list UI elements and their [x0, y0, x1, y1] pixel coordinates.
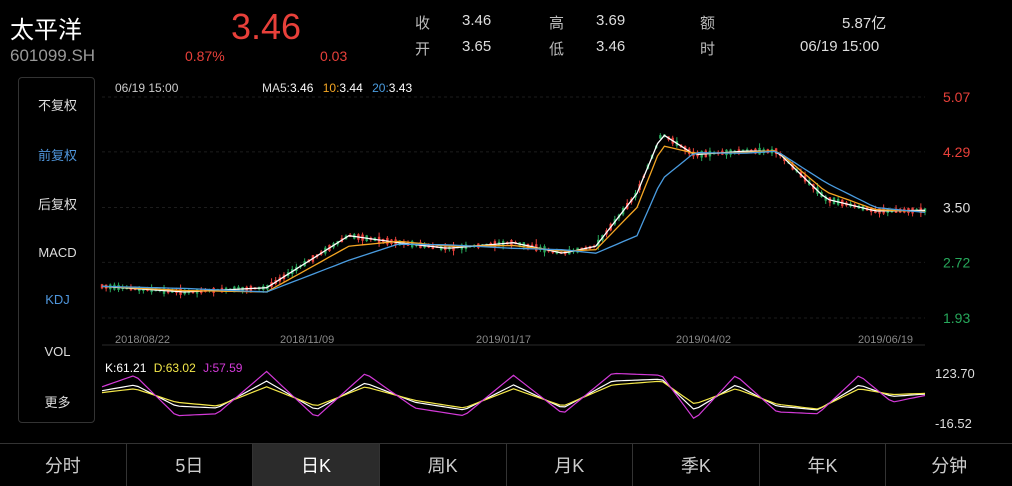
kline-chart[interactable]: 5.07 4.29 3.50 2.72 1.93 2018/08/22 2018/11/0…	[0, 0, 1012, 440]
date-tick-label: 2019/06/19	[858, 334, 913, 346]
date-tick-label: 2018/11/09	[280, 334, 334, 346]
tab-weekly[interactable]: 周K	[380, 444, 507, 486]
kdj-panel: 123.70 -16.52	[101, 366, 975, 431]
tab-minute[interactable]: 分钟	[886, 444, 1012, 486]
period-tabs: 分时 5日 日K 周K 月K 季K 年K 分钟	[0, 443, 1012, 486]
candle-body	[659, 135, 662, 139]
tab-intraday[interactable]: 分时	[0, 444, 127, 486]
price-tick-label: 4.29	[943, 144, 970, 160]
date-axis: 2018/08/22 2018/11/09 2019/01/17 2019/04/02…	[115, 334, 913, 346]
tab-daily[interactable]: 日K	[253, 444, 380, 486]
candlesticks	[100, 133, 927, 299]
tab-5day[interactable]: 5日	[127, 444, 254, 486]
price-tick-label: 5.07	[943, 89, 970, 105]
kdj-line-k	[101, 378, 926, 411]
kdj-line-j	[101, 370, 926, 419]
price-tick-label: 2.72	[943, 254, 970, 270]
kdj-tick-label: -16.52	[935, 416, 972, 431]
price-grid	[102, 96, 925, 346]
date-tick-label: 2019/01/17	[476, 334, 531, 346]
tab-monthly[interactable]: 月K	[507, 444, 634, 486]
tab-yearly[interactable]: 年K	[760, 444, 887, 486]
ma-line-10	[101, 145, 926, 293]
kdj-tick-label: 123.70	[935, 366, 975, 381]
moving-averages	[101, 134, 926, 293]
price-tick-label: 3.50	[943, 200, 970, 216]
date-tick-label: 2019/04/02	[676, 334, 731, 346]
ma-line-ma5	[101, 134, 926, 293]
tab-quarterly[interactable]: 季K	[633, 444, 760, 486]
price-axis: 5.07 4.29 3.50 2.72 1.93	[943, 89, 970, 326]
date-tick-label: 2018/08/22	[115, 334, 170, 346]
price-tick-label: 1.93	[943, 310, 970, 326]
